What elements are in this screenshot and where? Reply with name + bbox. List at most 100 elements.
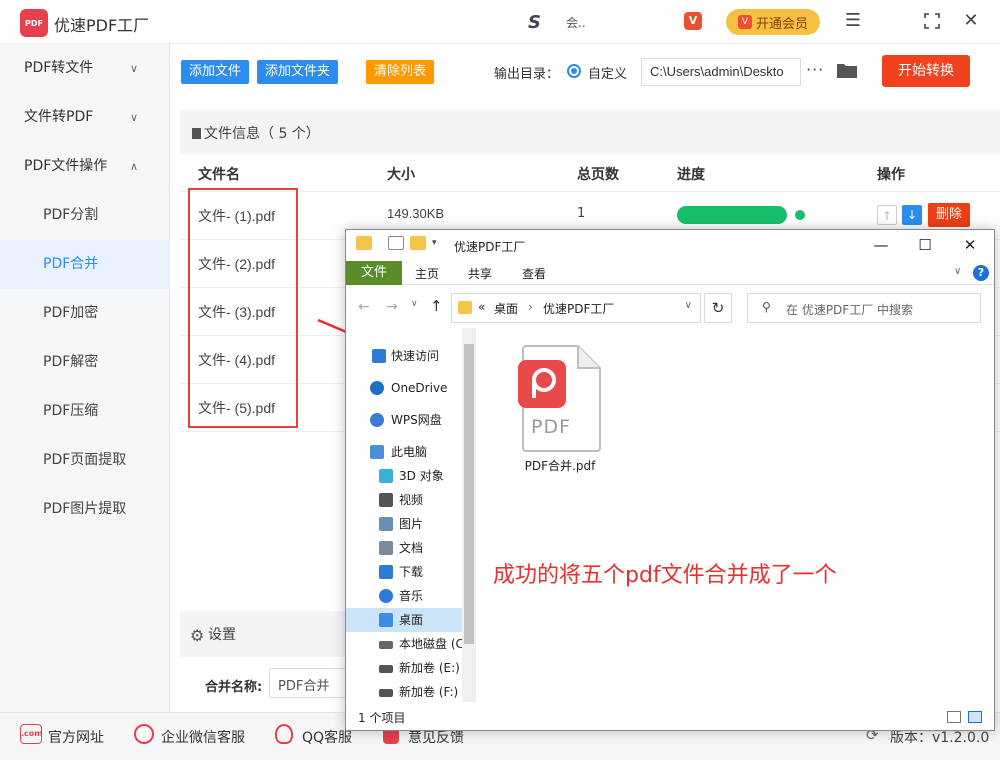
gear-icon: ⚙	[190, 626, 205, 645]
column-header-pages: 总页数	[577, 167, 619, 183]
output-dir-label: 输出目录：	[494, 67, 560, 82]
nav-item-onedrive[interactable]: OneDrive	[346, 376, 466, 400]
custom-radio[interactable]	[567, 64, 581, 78]
minimize-icon[interactable]: —	[866, 234, 896, 256]
sidebar-item-pdf-page-extract[interactable]: PDF页面提取	[0, 436, 170, 485]
drive-icon	[379, 641, 393, 649]
file-pages: 1	[577, 206, 586, 221]
folder-icon	[356, 236, 372, 250]
start-convert-button[interactable]: 开始转换	[882, 55, 970, 87]
column-header-actions: 操作	[877, 167, 905, 183]
column-header-name: 文件名	[198, 167, 240, 183]
nav-item-documents[interactable]: 文档	[346, 536, 466, 560]
nav-item-quick-access[interactable]: 快速访问	[346, 344, 466, 368]
nav-item-desktop[interactable]: 桌面	[346, 608, 466, 632]
nav-item-drive-f[interactable]: 新加卷 (F:)	[346, 680, 466, 704]
recent-locations-icon[interactable]: ∨	[411, 299, 418, 309]
file-explorer-window: ▾ 优速PDF工厂 — ☐ ✕ 文件 主页 共享 查看 ∨ ? ← → ∨ ↑ …	[345, 229, 995, 731]
refresh-icon[interactable]: ↻	[704, 293, 732, 323]
move-down-button[interactable]: ↓	[902, 205, 922, 225]
explorer-title: 优速PDF工厂	[454, 240, 526, 254]
nav-item-wps-drive[interactable]: WPS网盘	[346, 408, 466, 432]
nav-item-music[interactable]: 音乐	[346, 584, 466, 608]
search-icon: ⚲	[762, 300, 771, 314]
document-icon	[379, 541, 393, 555]
tab-file[interactable]: 文件	[346, 261, 402, 285]
back-icon[interactable]: ←	[358, 299, 370, 315]
close-icon[interactable]: ✕	[955, 234, 985, 256]
add-file-button[interactable]: 添加文件	[181, 60, 250, 84]
address-bar[interactable]: « 桌面 › 优速PDF工厂 ∨	[451, 293, 701, 323]
chevron-down-icon: ∨	[129, 111, 138, 124]
tab-view[interactable]: 查看	[522, 265, 546, 282]
move-up-button[interactable]: ↑	[877, 205, 897, 225]
merge-name-input[interactable]: PDF合并	[269, 668, 351, 698]
new-folder-icon[interactable]	[410, 236, 426, 250]
search-input[interactable]: ⚲ 在 优速PDF工厂 中搜索	[747, 293, 981, 323]
vip-label: 开通会员	[755, 16, 808, 32]
sidebar-item-pdf-decrypt[interactable]: PDF解密	[0, 338, 170, 387]
sidebar-item-pdf-merge[interactable]: PDF合并	[0, 240, 170, 289]
pdf-badge: PDF	[531, 416, 572, 438]
more-icon[interactable]: ···	[806, 60, 824, 79]
custom-radio-label[interactable]: 自定义	[588, 63, 627, 82]
nav-item-3d-objects[interactable]: 3D 对象	[346, 464, 466, 488]
menu-icon[interactable]: ☰	[842, 10, 864, 32]
wechat-icon	[134, 724, 154, 744]
settings-header[interactable]: 设置	[180, 611, 350, 657]
folder-icon	[458, 301, 472, 314]
vip-button[interactable]: V 开通会员	[726, 9, 820, 35]
sidebar-item-pdf-compress[interactable]: PDF压缩	[0, 387, 170, 436]
file-size: 149.30KB	[387, 206, 445, 221]
pdf-file-label[interactable]: PDF合并.pdf	[506, 457, 614, 474]
chevron-down-icon[interactable]: ∨	[685, 300, 692, 311]
output-path-input[interactable]: C:\Users\admin\Deskto	[641, 58, 801, 86]
chevron-down-icon: ∨	[129, 62, 138, 75]
success-annotation: 成功的将五个pdf文件合并成了一个	[493, 563, 837, 588]
nav-item-this-pc[interactable]: 此电脑	[346, 440, 466, 464]
nav-item-downloads[interactable]: 下载	[346, 560, 466, 584]
maximize-icon[interactable]	[921, 10, 943, 32]
delete-button[interactable]: 删除	[928, 203, 970, 227]
wechat-service-link[interactable]: 企业微信客服	[161, 727, 245, 747]
maximize-icon[interactable]: ☐	[910, 234, 940, 256]
website-link[interactable]: 官方网址	[48, 727, 104, 747]
nav-scrollbar-thumb[interactable]	[464, 344, 474, 644]
check-circle-icon	[795, 210, 805, 220]
sidebar-item-pdf-encrypt[interactable]: PDF加密	[0, 289, 170, 338]
details-view-icon[interactable]	[947, 711, 961, 723]
sidebar-item-pdf-image-extract[interactable]: PDF图片提取	[0, 485, 170, 534]
large-icons-view-icon[interactable]	[968, 711, 982, 723]
sidebar-item-pdf-split[interactable]: PDF分割	[0, 191, 170, 240]
breadcrumb-folder[interactable]: 优速PDF工厂	[543, 300, 614, 317]
nav-label: 3D 对象	[399, 469, 444, 483]
nav-item-pictures[interactable]: 图片	[346, 512, 466, 536]
forward-icon[interactable]: →	[386, 299, 398, 315]
tab-home[interactable]: 主页	[415, 265, 439, 282]
properties-icon[interactable]	[388, 236, 404, 250]
sidebar-group-pdf-operations[interactable]: PDF文件操作 ∧	[0, 142, 170, 191]
progress-bar	[677, 206, 787, 224]
tab-share[interactable]: 共享	[468, 265, 492, 282]
music-icon	[379, 589, 393, 603]
up-icon[interactable]: ↑	[430, 297, 443, 315]
sidebar-group-pdf-to-file[interactable]: PDF转文件 ∨	[0, 44, 170, 93]
cloud-icon	[370, 381, 384, 395]
chevron-down-icon[interactable]: ▾	[432, 238, 437, 248]
close-icon[interactable]: ✕	[960, 10, 982, 32]
user-name[interactable]: 会..	[566, 14, 586, 31]
ribbon-bar	[346, 261, 994, 285]
ribbon-expand-icon[interactable]: ∨	[954, 266, 961, 277]
folder-icon[interactable]	[836, 62, 858, 79]
breadcrumb-desktop[interactable]: 桌面	[494, 300, 518, 317]
add-folder-button[interactable]: 添加文件夹	[257, 60, 339, 84]
nav-item-drive-e[interactable]: 新加卷 (E:)	[346, 656, 466, 680]
sidebar-group-file-to-pdf[interactable]: 文件转PDF ∨	[0, 93, 170, 142]
vip-icon[interactable]: V	[684, 12, 702, 30]
app-logo: PDF	[20, 9, 48, 37]
nav-item-drive-c[interactable]: 本地磁盘 (C	[346, 632, 466, 656]
clear-list-button[interactable]: 清除列表	[366, 60, 435, 84]
help-icon[interactable]: ?	[973, 265, 989, 281]
nav-label: 下载	[399, 565, 424, 579]
nav-item-videos[interactable]: 视频	[346, 488, 466, 512]
